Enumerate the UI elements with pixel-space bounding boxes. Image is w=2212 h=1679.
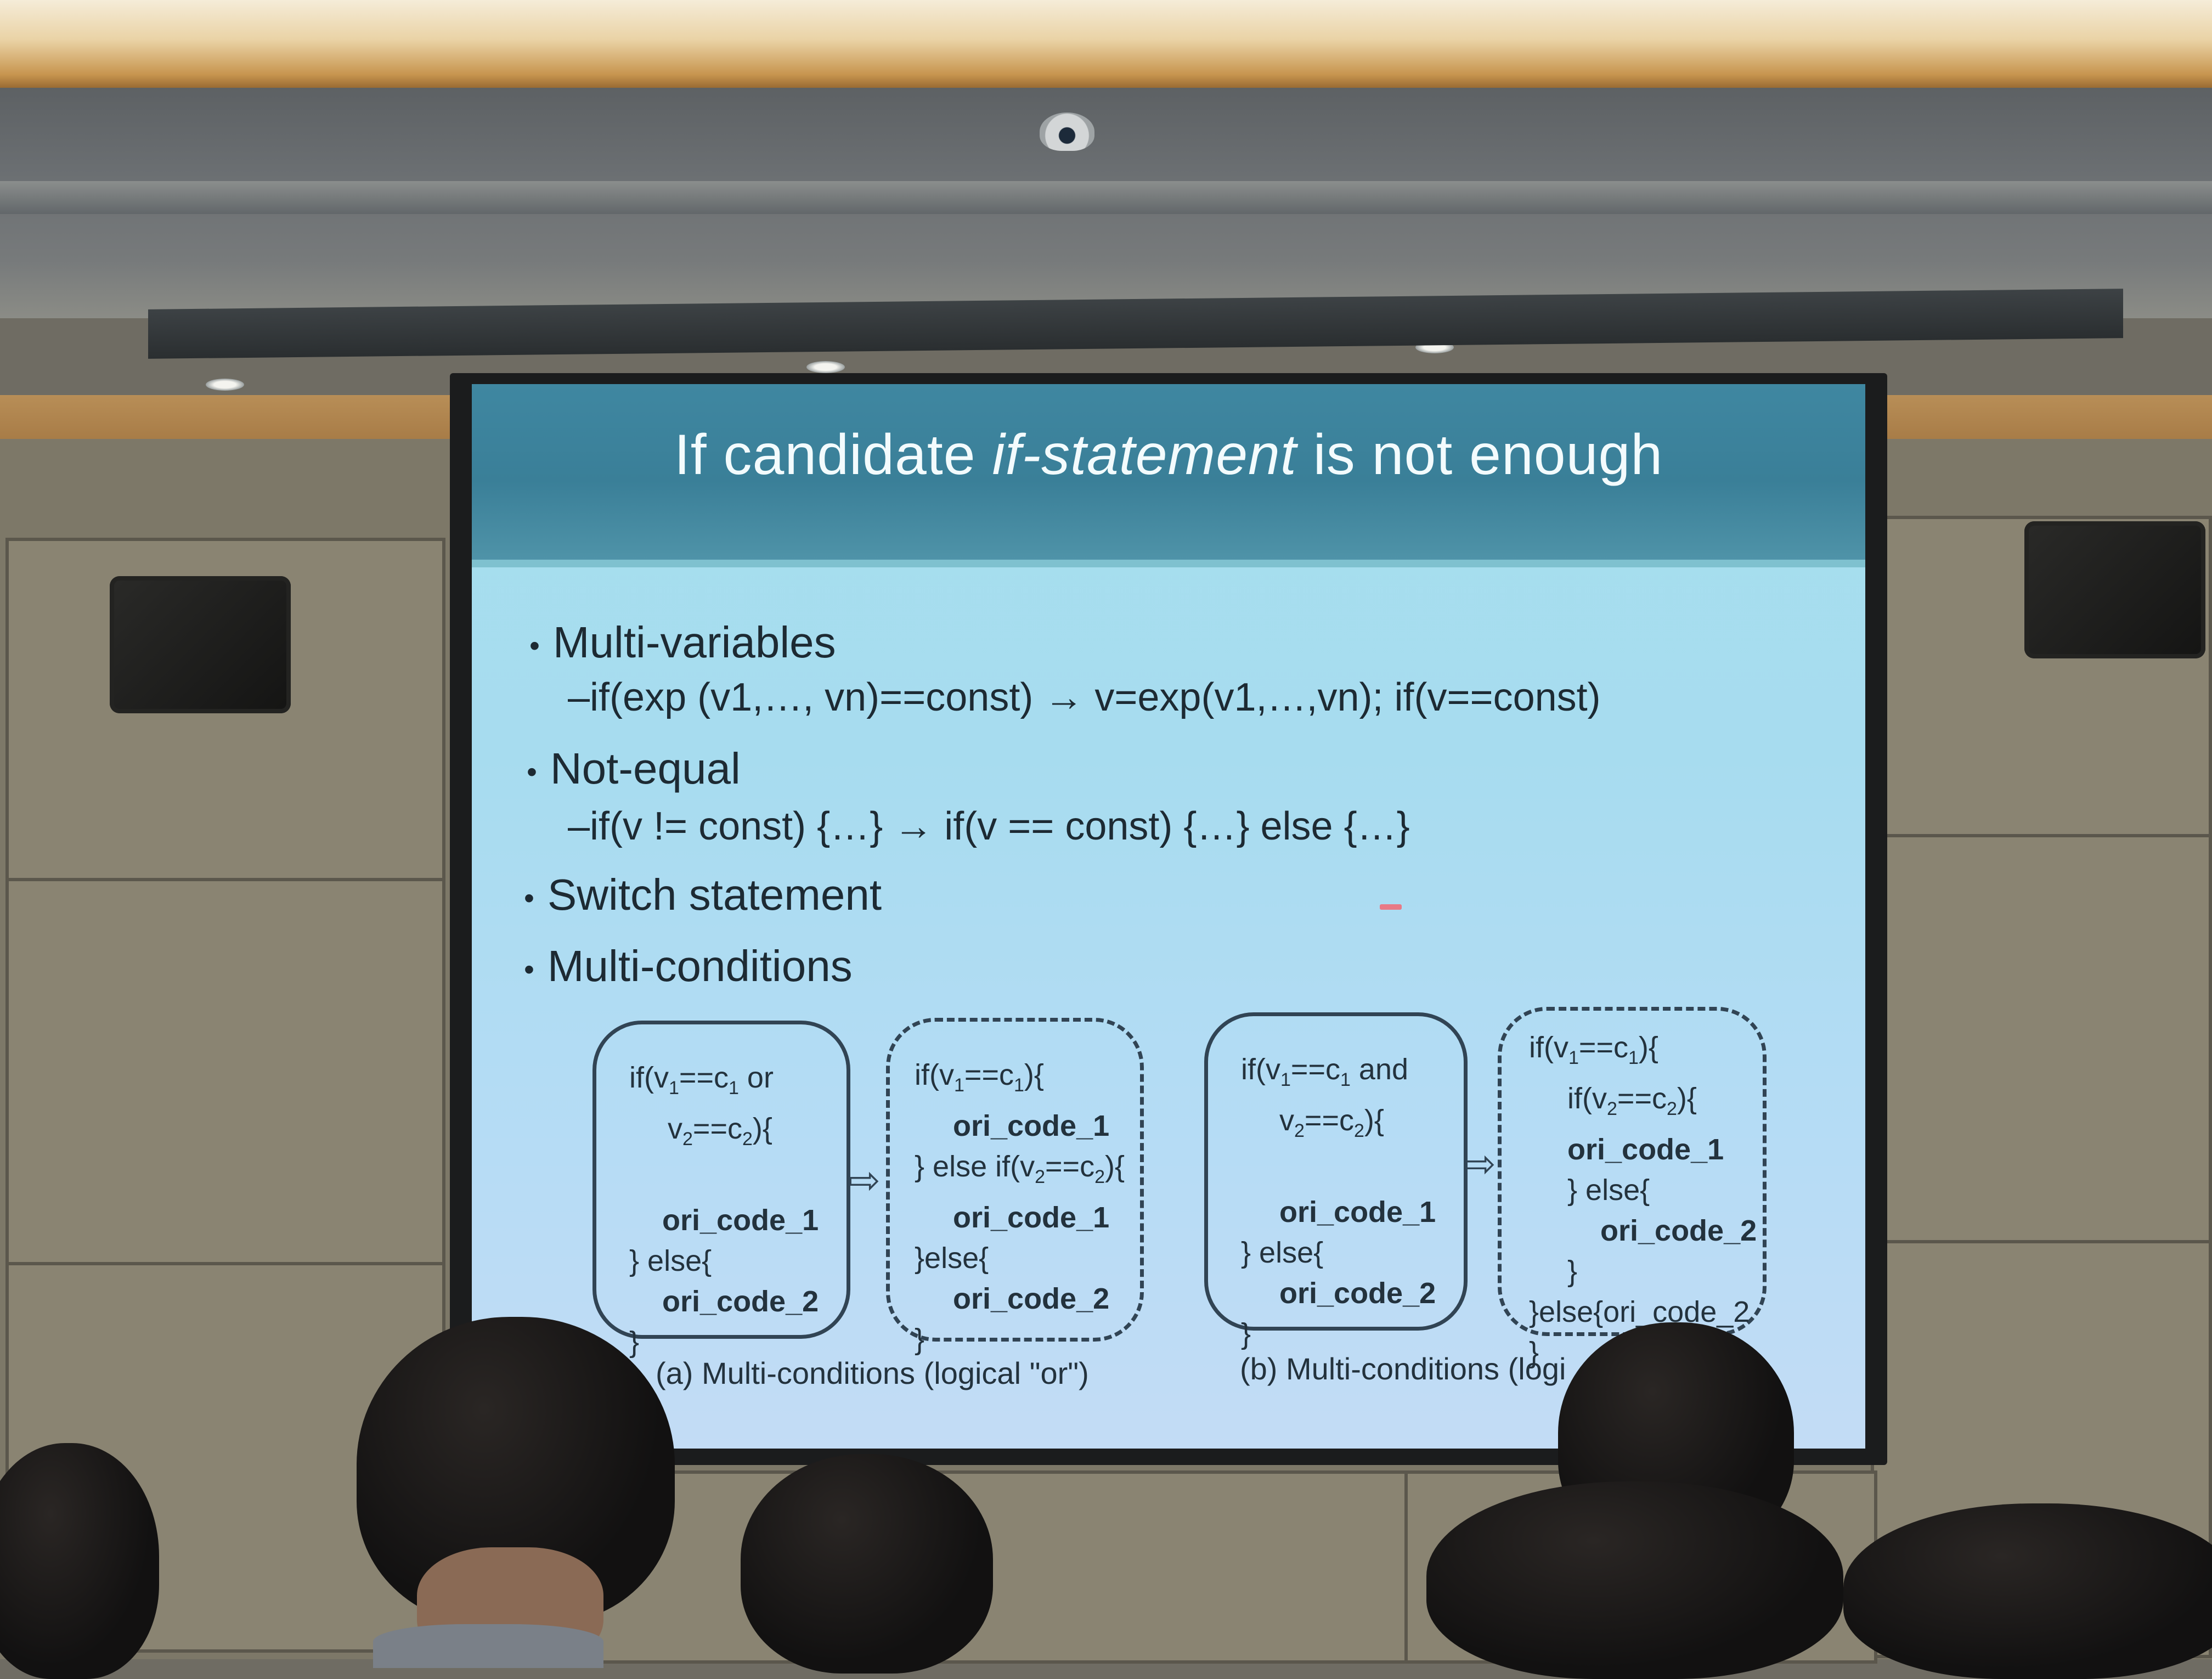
code-line: ori_code_2 [1279, 1276, 1436, 1310]
ceiling-light [0, 0, 2212, 88]
right-speaker [2024, 521, 2205, 658]
code-line: ori_code_2 [953, 1282, 1110, 1315]
ceiling-ledge [0, 181, 2212, 214]
bullet-dot: • [529, 629, 540, 662]
code-box-or-before: if(v1==c1 or v2==c2){ ori_code_1 } else{… [592, 1021, 850, 1359]
bullet-switch-statement: • Switch statement [524, 870, 882, 920]
wall-panel [5, 878, 445, 1269]
laser-pointer-dot [1380, 904, 1402, 910]
bullet-not-equal: • Not-equal [527, 743, 741, 794]
audience-member-shirt [373, 1624, 603, 1668]
code-line: } else{ [1241, 1236, 1324, 1269]
caption-and: (b) Multi-conditions (logi [1240, 1351, 1566, 1386]
title-emphasis: if-statement [992, 423, 1297, 487]
bullet-dot: • [524, 953, 534, 986]
code-line: ori_code_1 [662, 1203, 819, 1237]
slide: If candidate if-statement is not enough … [472, 384, 1865, 1449]
code-line: } [915, 1322, 925, 1356]
code-line: if(v1==c1){ [1529, 1031, 1658, 1068]
title-prefix: If candidate [674, 423, 992, 487]
title-suffix: is not enough [1296, 423, 1663, 487]
code-line: ori_code_1 [1279, 1195, 1436, 1229]
code-line: if(v1==c1 and [1241, 1053, 1409, 1090]
bullet-detail-not-equal: –if(v != const) {…} → if(v == const) {…}… [568, 804, 1410, 848]
code-line: ori_code_1 [953, 1201, 1110, 1234]
bullet-label: Multi-conditions [547, 942, 853, 990]
code-line: if(v1==c1 or [629, 1061, 774, 1098]
slide-header: If candidate if-statement is not enough [472, 384, 1865, 567]
audience-member-head [1843, 1503, 2212, 1679]
code-line: v2==c2){ [668, 1112, 772, 1150]
transform-arrow-icon: ⇨ [1464, 1141, 1496, 1186]
code-line: v2==c2){ [1279, 1103, 1384, 1141]
bullet-multi-conditions: • Multi-conditions [524, 941, 853, 991]
bullet-label: Multi-variables [552, 618, 836, 667]
slide-title: If candidate if-statement is not enough [472, 422, 1865, 488]
bullet-label: Not-equal [550, 744, 741, 793]
code-box-and-after: if(v1==c1){ if(v2==c2){ ori_code_1 } els… [1498, 1007, 1767, 1369]
code-line: ori_code_2 [662, 1284, 819, 1318]
code-box-and-before: if(v1==c1 and v2==c2){ ori_code_1 } else… [1204, 1012, 1468, 1350]
code-line: } [1241, 1317, 1251, 1350]
code-line: ori_code_1 [1567, 1133, 1724, 1166]
security-camera [1040, 112, 1094, 151]
audience-member-head [741, 1454, 993, 1674]
code-line: ori_code_1 [953, 1109, 1110, 1142]
wall-panel [1871, 834, 2212, 1247]
caption-or: (a) Multi-conditions (logical "or") [656, 1356, 1089, 1390]
code-line: } else{ [1567, 1173, 1650, 1207]
code-line: ori_code_2 [1600, 1214, 1757, 1247]
bullet-label: Switch statement [547, 870, 882, 919]
code-line: } else{ [629, 1244, 712, 1277]
bullet-dot: • [524, 881, 534, 915]
bullet-multi-variables: • Multi-variables [529, 617, 836, 668]
ceiling-downlight [206, 379, 244, 391]
code-line: } else if(v2==c2){ [915, 1150, 1125, 1187]
code-line: }else{ [915, 1241, 989, 1275]
left-speaker [110, 576, 291, 713]
transform-arrow-icon: ⇨ [848, 1158, 881, 1203]
code-line: if(v2==c2){ [1567, 1081, 1697, 1119]
ceiling-downlight [806, 361, 845, 373]
code-box-or-after: if(v1==c1){ ori_code_1 } else if(v2==c2)… [886, 1018, 1144, 1356]
code-line: } [1567, 1254, 1578, 1288]
bullet-detail-multi-variables: –if(exp (v1,…, vn)==const) → v=exp(v1,…,… [568, 675, 1601, 719]
audience-member-head [0, 1443, 159, 1679]
bullet-dot: • [527, 755, 537, 788]
code-line: if(v1==c1){ [915, 1058, 1044, 1096]
audience-member-head [1426, 1481, 1843, 1679]
